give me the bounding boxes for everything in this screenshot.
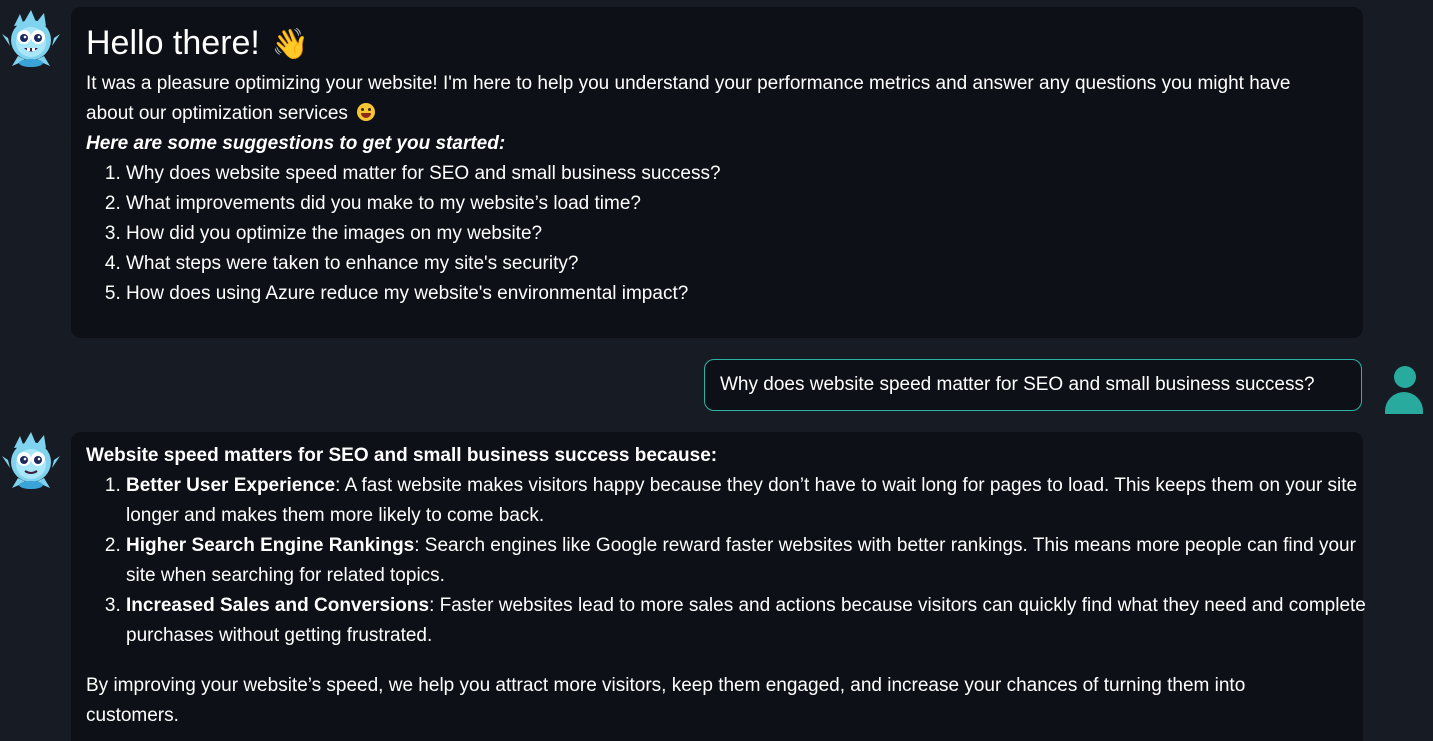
reason-heading: Better User Experience (126, 475, 336, 496)
reason-item: Better User Experience: A fast website m… (126, 471, 1366, 531)
bot-message-bubble: Hello there! 👋 It was a pleasure optimizi… (71, 7, 1363, 338)
response-title: Website speed matters for SEO and small … (86, 445, 718, 466)
suggestions-list: Why does website speed matter for SEO an… (86, 159, 1356, 309)
reasons-list: Better User Experience: A fast website m… (86, 471, 1366, 651)
intro-paragraph: It was a pleasure optimizing your websit… (86, 69, 1326, 129)
bot-message-bubble: Website speed matters for SEO and small … (71, 432, 1366, 741)
suggestion-item[interactable]: Why does website speed matter for SEO an… (126, 159, 1356, 189)
outro-paragraph: By improving your website’s speed, we he… (86, 675, 1246, 726)
bot-avatar-icon (0, 8, 62, 70)
wave-emoji-icon: 👋 (271, 28, 310, 61)
suggestion-item[interactable]: How does using Azure reduce my website's… (126, 279, 1356, 309)
reason-item: Higher Search Engine Rankings: Search en… (126, 531, 1366, 591)
reason-heading: Increased Sales and Conversions (126, 595, 430, 616)
user-message-bubble: Why does website speed matter for SEO an… (704, 359, 1362, 411)
chat-thread: Hello there! 👋 It was a pleasure optimizi… (0, 0, 1433, 741)
reason-heading: Higher Search Engine Rankings (126, 535, 415, 556)
reason-item: Increased Sales and Conversions: Faster … (126, 591, 1366, 651)
bot-avatar-icon (0, 430, 62, 492)
greeting-heading: Hello there! 👋 (86, 23, 309, 65)
suggestion-item[interactable]: What steps were taken to enhance my site… (126, 249, 1356, 279)
suggestion-item[interactable]: What improvements did you make to my web… (126, 189, 1356, 219)
suggestion-item[interactable]: How did you optimize the images on my we… (126, 219, 1356, 249)
tongue-face-emoji-icon (357, 103, 376, 121)
intro-text: It was a pleasure optimizing your websit… (86, 73, 1291, 124)
user-avatar-icon (1384, 366, 1424, 414)
greeting-text: Hello there! (86, 24, 260, 62)
suggestions-title: Here are some suggestions to get you sta… (86, 133, 506, 154)
